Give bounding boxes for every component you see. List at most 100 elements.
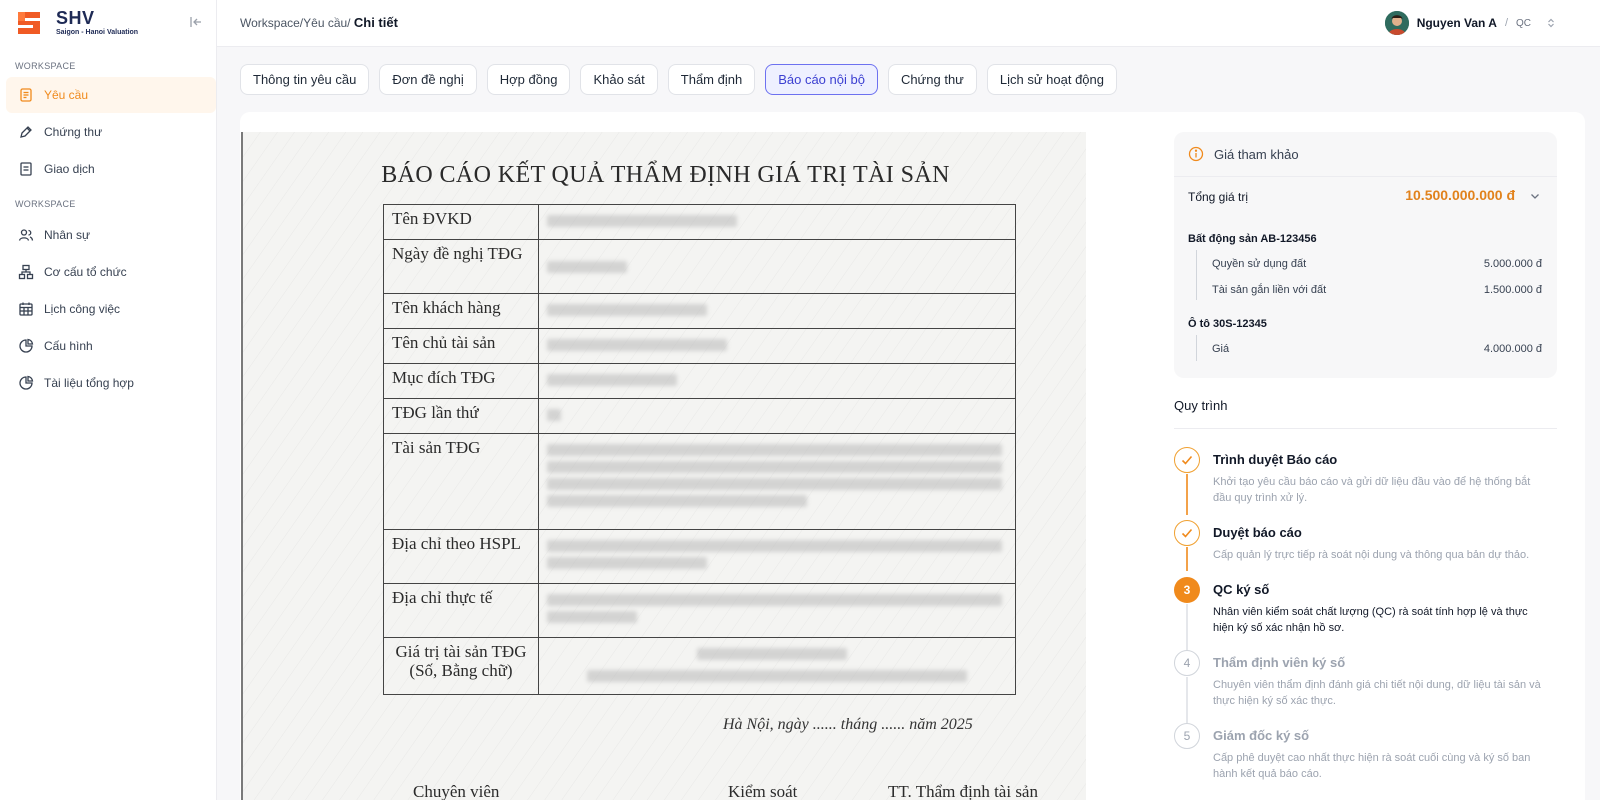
row-label: Ngày đề nghị TĐG — [384, 240, 539, 293]
sidebar-item-staff[interactable]: Nhân sự — [6, 217, 216, 253]
document-title: BÁO CÁO KẾT QUẢ THẨM ĐỊNH GIÁ TRỊ TÀI SẢ… — [381, 162, 950, 188]
pie-chart-icon — [19, 338, 34, 353]
sidebar-item-calendar[interactable]: Lịch công việc — [6, 291, 216, 327]
asset-item-row: Tài sản gắn liền với đất 1.500.000 đ — [1212, 284, 1542, 296]
sidebar-item-requests[interactable]: Yêu cầu — [6, 77, 216, 113]
sidebar-item-label: Tài liệu tổng hợp — [44, 376, 134, 390]
total-value-amount: 10.500.000.000 đ — [1405, 187, 1515, 203]
top-header: Workspace/Yêu cầu/ Chi tiết Nguyen Van A… — [217, 0, 1600, 47]
table-row: Giá trị tài sản TĐG (Số, Bằng chữ) — [384, 638, 1015, 694]
brand-subtitle: Saigon - Hanoi Valuation — [56, 29, 139, 36]
document-table: Tên ĐVKD Ngày đề nghị TĐG Tên khách hàng… — [383, 204, 1016, 695]
breadcrumb: Workspace/Yêu cầu/ Chi tiết — [240, 15, 398, 30]
reference-price-header: Giá tham khảo — [1188, 146, 1299, 162]
sidebar-item-certificates[interactable]: Chứng thư — [6, 114, 216, 150]
document-preview[interactable]: BÁO CÁO KẾT QUẢ THẨM ĐỊNH GIÁ TRỊ TÀI SẢ… — [241, 132, 1086, 800]
asset-item-value: 1.500.000 đ — [1483, 284, 1542, 296]
chevron-down-icon[interactable] — [1529, 190, 1541, 202]
pen-icon — [20, 126, 32, 138]
user-menu[interactable]: Nguyen Van A / QC — [1379, 8, 1567, 38]
user-separator: / — [1504, 17, 1508, 29]
reference-price-card: Giá tham khảo Tổng giá trị 10.500.000.00… — [1174, 132, 1557, 378]
sidebar-item-label: Lịch công việc — [44, 302, 121, 316]
users-icon — [18, 229, 34, 241]
divider — [1174, 176, 1557, 177]
tree-line — [1196, 250, 1197, 300]
breadcrumb-path[interactable]: Workspace/Yêu cầu/ — [240, 16, 351, 30]
sidebar-item-settings[interactable]: Cấu hình — [6, 328, 216, 364]
divider — [1174, 428, 1557, 429]
step-connector — [1186, 604, 1188, 650]
sidebar-item-transactions[interactable]: Giao dịch — [6, 151, 216, 187]
table-row: Tên ĐVKD — [384, 205, 1015, 240]
sidebar: SHV Saigon - Hanoi Valuation WORKSPACE Y… — [0, 0, 217, 800]
org-chart-icon — [18, 264, 34, 280]
request-icon — [20, 88, 32, 102]
pie-chart-icon — [19, 375, 34, 390]
table-row: Địa chỉ theo HSPL — [384, 530, 1015, 584]
row-label: Địa chỉ thực tế — [384, 584, 539, 637]
calendar-icon — [19, 302, 33, 316]
total-value-label: Tổng giá trị — [1188, 190, 1249, 204]
document-icon — [20, 162, 32, 176]
tree-line — [1196, 335, 1197, 361]
asset-title-real-estate: Bất động sản AB-123456 — [1188, 233, 1317, 245]
section-label-workspace: WORKSPACE — [15, 61, 76, 71]
step-1-title: Trình duyệt Báo cáo — [1213, 452, 1338, 467]
step-3-indicator: 3 — [1174, 577, 1200, 603]
step-3-title: QC ký số — [1213, 582, 1270, 597]
sidebar-item-documents[interactable]: Tài liệu tổng hợp — [6, 365, 216, 401]
chevron-updown-icon — [1548, 18, 1554, 28]
tab-activity-history[interactable]: Lịch sử hoạt động — [986, 64, 1117, 95]
sidebar-item-org-structure[interactable]: Cơ cấu tổ chức — [6, 254, 216, 290]
asset-item-label: Quyền sử dụng đất — [1212, 258, 1307, 270]
step-5-title: Giám đốc ký số — [1213, 728, 1310, 743]
table-row: Tên khách hàng — [384, 294, 1015, 329]
section-label-workspace-2: WORKSPACE — [15, 199, 76, 209]
row-label: Mục đích TĐG — [384, 364, 539, 398]
tab-application[interactable]: Đơn đề nghị — [379, 64, 477, 95]
info-icon — [1188, 146, 1204, 162]
asset-title-car: Ô tô 30S-12345 — [1188, 318, 1267, 330]
asset-item-row: Giá 4.000.000 đ — [1212, 343, 1542, 355]
tab-contract[interactable]: Hợp đồng — [486, 64, 571, 95]
step-4-title: Thẩm định viên ký số — [1213, 655, 1346, 670]
breadcrumb-current: Chi tiết — [353, 15, 398, 30]
step-2-title: Duyệt báo cáo — [1213, 525, 1302, 540]
document-signature-line: Hà Nội, ngày ...... tháng ...... năm 202… — [723, 716, 973, 733]
row-label: Địa chỉ theo HSPL — [384, 530, 539, 583]
tab-internal-report[interactable]: Báo cáo nội bộ — [765, 64, 878, 95]
step-connector — [1186, 547, 1188, 571]
sidebar-item-label: Cơ cấu tổ chức — [44, 265, 127, 279]
document-footer-specialist: Chuyên viên — [413, 782, 500, 800]
step-3-description: Nhân viên kiểm soát chất lượng (QC) rà s… — [1213, 606, 1528, 634]
step-connector — [1186, 677, 1188, 723]
check-icon — [1181, 528, 1193, 538]
sidebar-item-label: Cấu hình — [44, 339, 93, 353]
check-icon — [1181, 455, 1193, 465]
collapse-sidebar-icon[interactable] — [188, 14, 204, 30]
step-5-description: Cấp phê duyệt cao nhất thực hiện rà soát… — [1213, 752, 1531, 780]
table-row: Địa chỉ thực tế — [384, 584, 1015, 638]
process-title: Quy trình — [1174, 398, 1228, 413]
tab-certificate[interactable]: Chứng thư — [887, 64, 977, 95]
sidebar-item-label: Giao dịch — [44, 162, 95, 176]
step-4-indicator: 4 — [1174, 650, 1200, 676]
table-row: Tên chủ tài sản — [384, 329, 1015, 364]
avatar-icon — [1384, 11, 1409, 35]
tab-survey[interactable]: Khảo sát — [580, 64, 658, 95]
brand[interactable]: SHV Saigon - Hanoi Valuation — [16, 9, 138, 36]
asset-item-label: Giá — [1212, 343, 1230, 355]
avatar — [1384, 11, 1409, 35]
table-row: Tài sản TĐG — [384, 434, 1015, 530]
row-label: Tài sản TĐG — [384, 434, 539, 529]
tab-appraisal[interactable]: Thẩm định — [667, 64, 756, 95]
step-1-description: Khởi tạo yêu cầu báo cáo và gửi dữ liệu … — [1213, 476, 1531, 504]
document-footer-center: TT. Thẩm định tài sản — [888, 782, 1038, 800]
table-row: Ngày đề nghị TĐG — [384, 240, 1015, 294]
user-role: QC — [1516, 17, 1531, 29]
sidebar-item-label: Nhân sự — [44, 228, 91, 242]
step-connector — [1186, 474, 1188, 515]
tab-request-info[interactable]: Thông tin yêu cầu — [240, 64, 370, 95]
step-2-description: Cấp quản lý trực tiếp rà soát nội dung v… — [1213, 549, 1530, 561]
